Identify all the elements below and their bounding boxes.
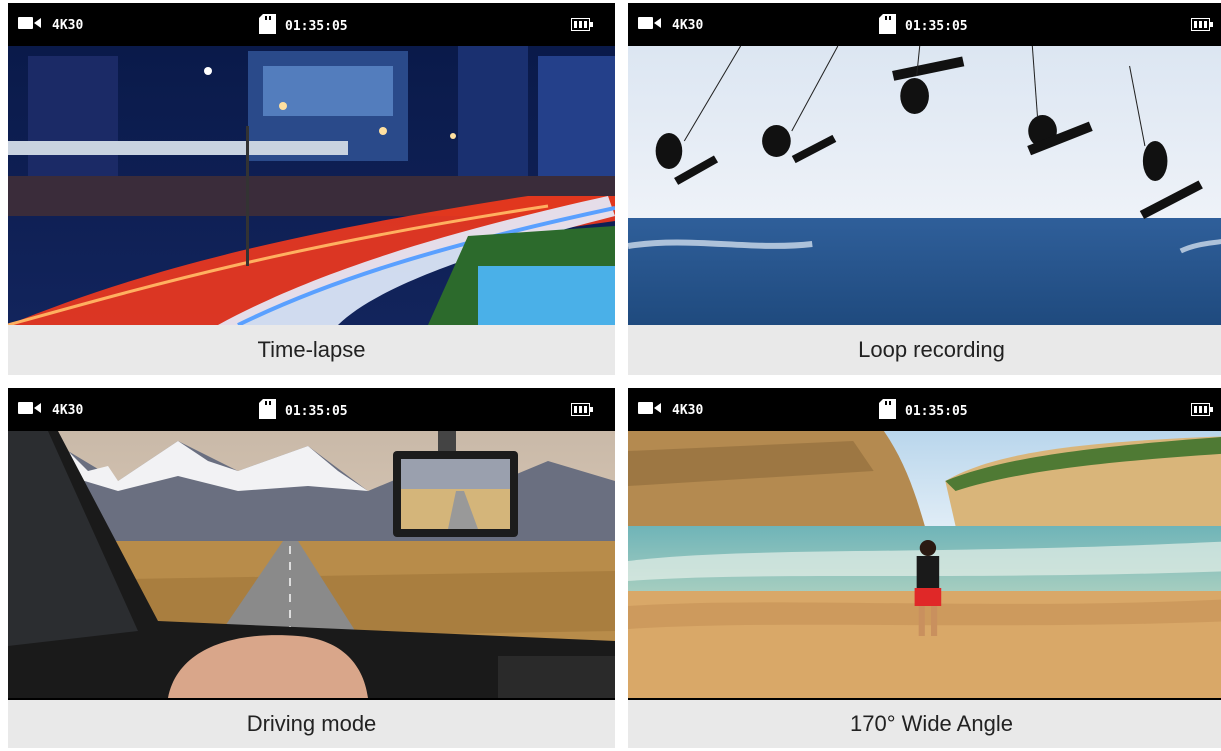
mode-panel-loop-recording[interactable]: 4K30 01:35:05 Loop recording <box>628 3 1221 375</box>
video-camera-icon <box>18 401 42 419</box>
status-bar: 4K30 01:35:05 <box>8 3 615 46</box>
video-camera-icon <box>638 16 662 34</box>
sd-card-icon <box>259 14 276 38</box>
driving-road-scene <box>8 431 615 698</box>
recording-time: 01:35:05 <box>285 403 348 419</box>
mode-panel-wide-angle[interactable]: 4K30 01:35:05 170° Wide Angle <box>628 388 1221 748</box>
video-camera-icon <box>18 16 42 34</box>
status-bar: 4K30 01:35:05 <box>8 388 615 431</box>
beach-cliffs-scene <box>628 431 1221 698</box>
resolution-label: 4K30 <box>52 402 84 418</box>
mode-caption: Driving mode <box>8 700 615 748</box>
battery-icon <box>1191 403 1213 420</box>
resolution-label: 4K30 <box>672 17 704 33</box>
resolution-label: 4K30 <box>52 17 84 33</box>
sd-card-icon <box>879 399 896 423</box>
battery-icon <box>1191 18 1213 35</box>
sd-card-icon <box>879 14 896 38</box>
recording-time: 01:35:05 <box>905 18 968 34</box>
status-bar: 4K30 01:35:05 <box>628 388 1221 431</box>
sd-card-icon <box>259 399 276 423</box>
battery-icon <box>571 403 593 420</box>
time-lapse-city-scene <box>8 46 615 325</box>
video-camera-icon <box>638 401 662 419</box>
status-bar: 4K30 01:35:05 <box>628 3 1221 46</box>
mode-caption: 170° Wide Angle <box>628 700 1221 748</box>
recording-time: 01:35:05 <box>905 403 968 419</box>
recording-time: 01:35:05 <box>285 18 348 34</box>
mode-caption: Loop recording <box>628 325 1221 375</box>
mode-panel-time-lapse[interactable]: 4K30 01:35:05 Time-lapse <box>8 3 615 375</box>
resolution-label: 4K30 <box>672 402 704 418</box>
mode-caption: Time-lapse <box>8 325 615 375</box>
mode-panel-driving-mode[interactable]: 4K30 01:35:05 Driving mode <box>8 388 615 748</box>
battery-icon <box>571 18 593 35</box>
kitesurf-sequence-scene <box>628 46 1221 325</box>
